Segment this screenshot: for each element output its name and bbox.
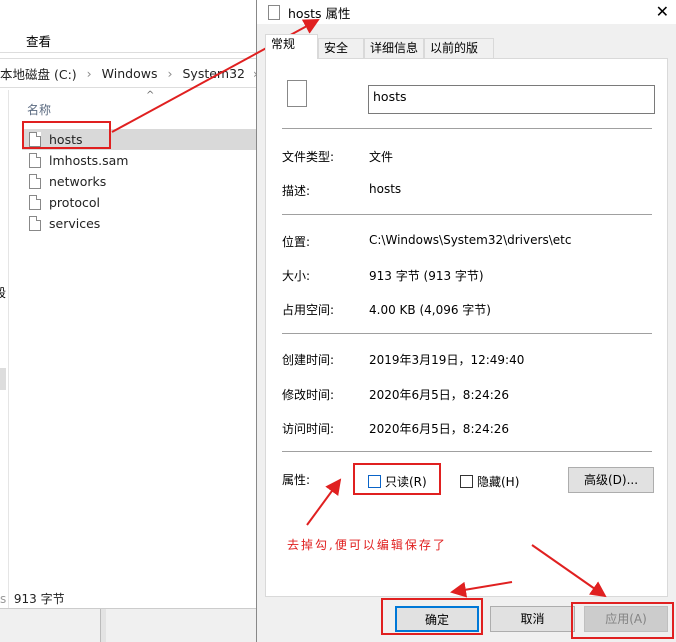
arrow-to-readonly	[306, 478, 342, 526]
arrow-to-ok	[450, 581, 513, 598]
arrow-to-apply	[531, 544, 607, 598]
tab-general[interactable]: 常规	[265, 34, 318, 59]
annotation-arrows	[111, 19, 607, 598]
